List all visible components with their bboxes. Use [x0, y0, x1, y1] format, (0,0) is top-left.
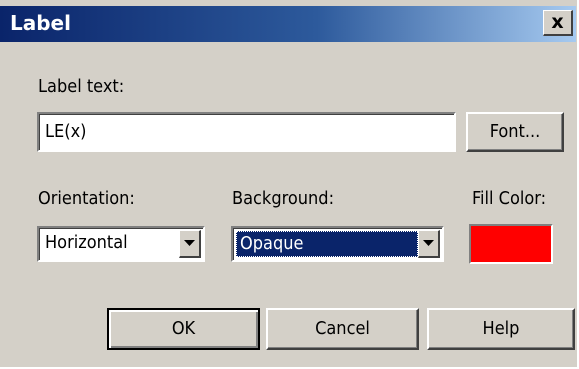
orientation-select[interactable]: Horizontal: [37, 226, 205, 262]
orientation-dropdown-button[interactable]: [179, 230, 201, 258]
orientation-value: Horizontal: [45, 232, 128, 253]
fill-color-swatch[interactable]: [469, 224, 553, 264]
orientation-caption: Orientation:: [38, 188, 135, 209]
cancel-button-label: Cancel: [315, 318, 370, 339]
chevron-down-icon: [423, 240, 434, 246]
background-dropdown-button[interactable]: [418, 230, 440, 258]
help-button[interactable]: Help: [427, 308, 575, 350]
label-text-caption: Label text:: [38, 76, 125, 97]
background-value: Opaque: [240, 233, 304, 254]
background-select[interactable]: Opaque: [231, 226, 444, 262]
window-title: Label: [10, 11, 71, 35]
cancel-button[interactable]: Cancel: [266, 308, 419, 350]
ok-button[interactable]: OK: [107, 308, 260, 350]
label-text-input[interactable]: LE(x): [37, 112, 456, 152]
close-icon: x: [551, 11, 564, 33]
chevron-down-icon: [184, 240, 195, 246]
ok-button-label: OK: [171, 318, 196, 339]
font-button-label: Font...: [489, 121, 541, 142]
font-button[interactable]: Font...: [466, 112, 564, 152]
background-caption: Background:: [232, 188, 335, 209]
label-dialog: Label x Label text: LE(x) Font... Orient…: [0, 0, 579, 369]
fill-color-caption: Fill Color:: [472, 188, 547, 209]
close-button[interactable]: x: [543, 10, 573, 36]
title-bar[interactable]: Label x: [0, 6, 576, 42]
background-selected-highlight: Opaque: [236, 231, 418, 257]
help-button-label: Help: [482, 318, 520, 339]
label-text-value: LE(x): [45, 121, 87, 142]
